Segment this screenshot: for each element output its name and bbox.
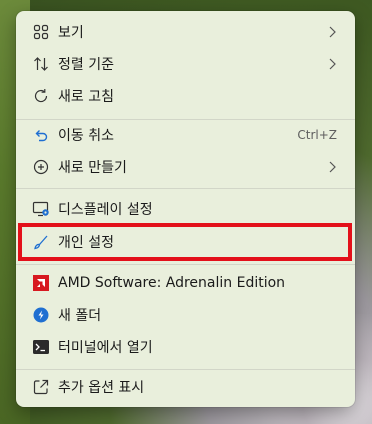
- undo-icon: [32, 126, 50, 144]
- menu-separator: [16, 264, 355, 265]
- menu-separator: [16, 188, 355, 189]
- menu-item-label: 새로 고침: [58, 89, 114, 105]
- menu-item-label: 디스플레이 설정: [58, 202, 153, 218]
- amd-logo-icon: [32, 274, 50, 292]
- display-settings-icon: [32, 200, 50, 218]
- new-folder-icon: [32, 306, 50, 324]
- chevron-right-icon: [327, 25, 337, 39]
- menu-item-display-settings[interactable]: 디스플레이 설정: [22, 192, 349, 226]
- terminal-icon: [32, 338, 50, 356]
- menu-item-amd-software[interactable]: AMD Software: Adrenalin Edition: [22, 266, 349, 300]
- shortcut-text: Ctrl+Z: [297, 128, 337, 142]
- menu-item-sort-by[interactable]: 정렬 기준: [22, 47, 349, 81]
- menu-item-new-folder[interactable]: 새 폴더: [22, 298, 349, 332]
- menu-item-open-terminal[interactable]: 터미널에서 열기: [22, 330, 349, 364]
- refresh-icon: [32, 87, 50, 105]
- menu-item-label: 정렬 기준: [58, 57, 114, 73]
- menu-item-new[interactable]: 새로 만들기: [22, 150, 349, 184]
- sort-arrows-icon: [32, 55, 50, 73]
- menu-item-show-more-options[interactable]: 추가 옵션 표시: [22, 370, 349, 404]
- menu-item-refresh[interactable]: 새로 고침: [22, 79, 349, 113]
- external-open-icon: [32, 378, 50, 396]
- desktop-context-menu: 보기 정렬 기준 새로 고침 이동 취소 Ctrl+Z 새로 만들기 디스플레이…: [16, 11, 355, 407]
- menu-item-label: 추가 옵션 표시: [58, 380, 145, 396]
- menu-item-label: 보기: [58, 25, 84, 41]
- highlight-annotation-box: [18, 223, 352, 261]
- menu-item-label: 새로 만들기: [58, 160, 127, 176]
- menu-item-label: 터미널에서 열기: [58, 340, 153, 356]
- menu-item-label: 새 폴더: [58, 308, 102, 324]
- menu-item-label: 이동 취소: [58, 128, 114, 144]
- menu-item-label: AMD Software: Adrenalin Edition: [58, 275, 286, 291]
- menu-item-view[interactable]: 보기: [22, 15, 349, 49]
- plus-circle-icon: [32, 158, 50, 176]
- chevron-right-icon: [327, 57, 337, 71]
- menu-item-undo-move[interactable]: 이동 취소 Ctrl+Z: [22, 118, 349, 152]
- grid-view-icon: [32, 23, 50, 41]
- chevron-right-icon: [327, 160, 337, 174]
